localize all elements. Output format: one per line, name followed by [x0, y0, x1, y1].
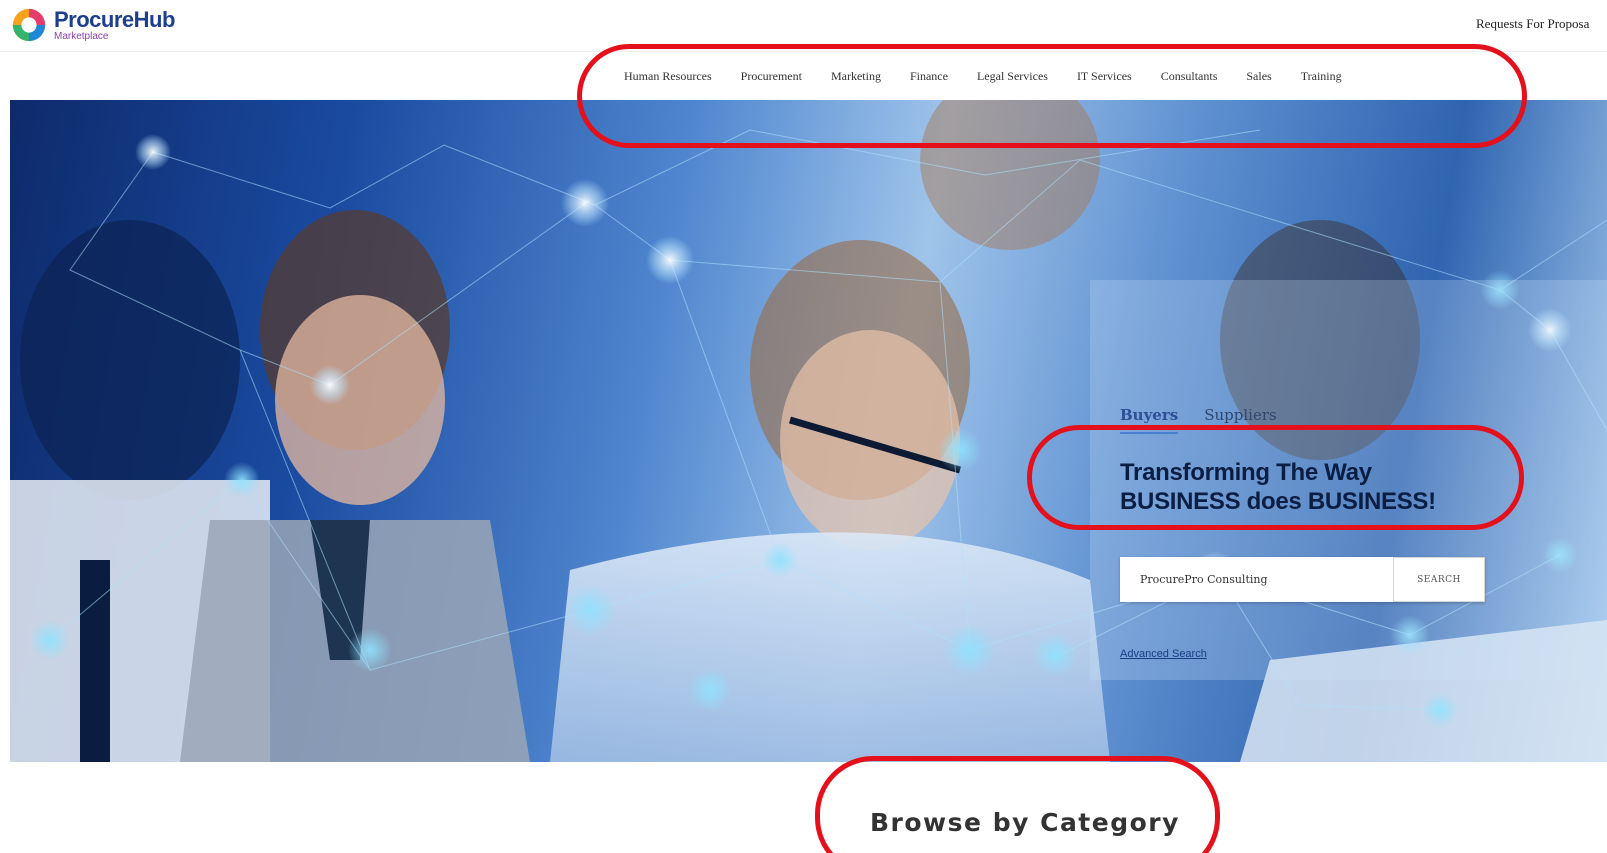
audience-tabs: Buyers Suppliers — [1120, 406, 1303, 434]
nav-item-human-resources[interactable]: Human Resources — [624, 69, 712, 84]
tagline-line-2: BUSINESS does BUSINESS! — [1120, 488, 1436, 515]
hero-background-image — [10, 100, 1607, 762]
hero-banner: Buyers Suppliers Transforming The Way BU… — [10, 100, 1607, 762]
brand-subtitle: Marketplace — [54, 30, 109, 42]
nav-item-legal-services[interactable]: Legal Services — [977, 69, 1048, 84]
tab-buyers[interactable]: Buyers — [1120, 406, 1179, 434]
nav-item-marketing[interactable]: Marketing — [831, 69, 881, 84]
advanced-search-link[interactable]: Advanced Search — [1120, 648, 1207, 660]
brand-logo[interactable]: ProcureHub Marketplace — [10, 6, 175, 44]
brand-name-part2: Hub — [133, 6, 176, 32]
search-form: SEARCH — [1120, 557, 1485, 602]
category-nav-list: Human Resources Procurement Marketing Finan… — [624, 69, 1371, 84]
nav-item-procurement[interactable]: Procurement — [741, 69, 802, 84]
browse-by-category-heading: Browse by Category — [870, 808, 1180, 837]
tagline-line-1: Transforming The Way — [1120, 459, 1372, 486]
nav-item-it-services[interactable]: IT Services — [1077, 69, 1132, 84]
annotation-ring-browse — [815, 756, 1220, 853]
nav-item-training[interactable]: Training — [1301, 69, 1342, 84]
search-input[interactable] — [1120, 557, 1393, 602]
logo-icon — [12, 8, 46, 42]
nav-item-finance[interactable]: Finance — [910, 69, 948, 84]
hero-tagline: Transforming The Way BUSINESS does BUSIN… — [1120, 458, 1436, 516]
nav-item-sales[interactable]: Sales — [1246, 69, 1271, 84]
requests-for-proposal-link[interactable]: Requests For Proposa — [1476, 16, 1589, 32]
category-nav: Human Resources Procurement Marketing Finan… — [0, 52, 1607, 100]
top-header: ProcureHub Marketplace Requests For Prop… — [0, 0, 1607, 52]
brand-name: ProcureHub — [54, 6, 176, 32]
nav-item-consultants[interactable]: Consultants — [1161, 69, 1218, 84]
brand-name-part1: Procure — [54, 6, 134, 32]
search-button[interactable]: SEARCH — [1393, 557, 1485, 602]
tab-suppliers[interactable]: Suppliers — [1204, 406, 1276, 434]
